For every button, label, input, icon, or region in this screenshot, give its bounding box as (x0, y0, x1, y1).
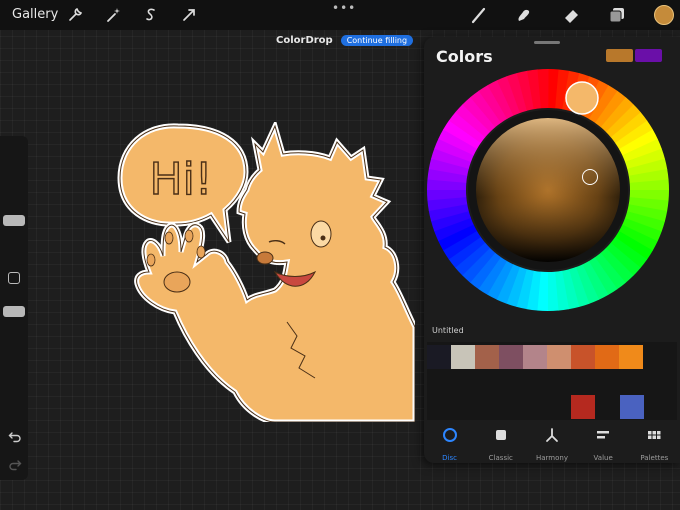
palette-swatch[interactable] (571, 345, 595, 369)
colordrop-title: ColorDrop (276, 34, 333, 46)
classic-icon (476, 427, 526, 443)
continue-filling-button[interactable]: Continue filling (340, 34, 414, 46)
palette-swatch-red[interactable] (571, 395, 595, 419)
more-options-button[interactable]: ••• (332, 1, 356, 15)
tab-classic[interactable]: Classic (476, 427, 526, 463)
colors-title: Colors (436, 47, 493, 66)
left-sidebar (0, 136, 28, 480)
transform-icon[interactable] (180, 6, 198, 24)
wrench-icon[interactable] (66, 6, 84, 24)
palette-name: Untitled (432, 326, 464, 335)
layers-icon[interactable] (608, 6, 626, 24)
value-icon (578, 427, 628, 443)
tab-label: Classic (488, 454, 513, 462)
canvas-artwork[interactable]: Hi! (115, 118, 418, 425)
selection-icon[interactable] (142, 6, 160, 24)
palette-swatch-row (427, 345, 643, 369)
palettes-icon (629, 427, 679, 443)
eraser-icon[interactable] (562, 6, 580, 24)
tab-label: Disc (442, 454, 458, 462)
modify-button[interactable] (8, 272, 20, 284)
speech-text: Hi! (150, 154, 213, 205)
gallery-button[interactable]: Gallery (12, 7, 58, 22)
palette-swatch[interactable] (547, 345, 571, 369)
palette-swatch[interactable] (523, 345, 547, 369)
undo-icon[interactable] (8, 428, 22, 443)
palette-swatch[interactable] (595, 345, 619, 369)
opacity-thumb[interactable] (3, 306, 25, 317)
tab-label: Value (593, 454, 613, 462)
smudge-icon[interactable] (514, 6, 532, 24)
tab-palettes[interactable]: Palettes (629, 427, 679, 463)
palette-swatch[interactable] (499, 345, 523, 369)
palette-area (427, 342, 677, 420)
color-disc[interactable] (424, 67, 680, 327)
palette-swatch[interactable] (451, 345, 475, 369)
tab-label: Palettes (640, 454, 669, 462)
tab-value[interactable]: Value (578, 427, 628, 463)
current-color-button[interactable] (654, 5, 674, 25)
colors-panel: Colors Untitled Disc Classic Harmony Val… (424, 37, 680, 463)
panel-drag-handle[interactable] (534, 41, 560, 44)
colordrop-notice: ColorDrop Continue filling (276, 33, 414, 47)
tab-harmony[interactable]: Harmony (527, 427, 577, 463)
palette-swatch[interactable] (475, 345, 499, 369)
tab-disc[interactable]: Disc (425, 427, 475, 463)
color-mode-tabs: Disc Classic Harmony Value Palettes (424, 427, 680, 463)
harmony-icon (527, 427, 577, 443)
disc-icon (425, 427, 475, 443)
top-toolbar: Gallery ••• (0, 0, 680, 30)
brush-size-thumb[interactable] (3, 215, 25, 226)
secondary-color-swatch[interactable] (635, 49, 662, 62)
palette-swatch-blue[interactable] (620, 395, 644, 419)
palette-swatch[interactable] (427, 345, 451, 369)
primary-color-swatch[interactable] (606, 49, 633, 62)
palette-swatch[interactable] (619, 345, 643, 369)
brush-icon[interactable] (470, 6, 488, 24)
hue-selector[interactable] (565, 81, 599, 115)
magic-wand-icon[interactable] (104, 6, 122, 24)
procreate-app: Gallery ••• ColorDrop Continue filling H… (0, 0, 680, 510)
speech-bubble: Hi! (117, 123, 249, 244)
redo-icon[interactable] (8, 456, 22, 471)
tab-label: Harmony (535, 454, 568, 462)
